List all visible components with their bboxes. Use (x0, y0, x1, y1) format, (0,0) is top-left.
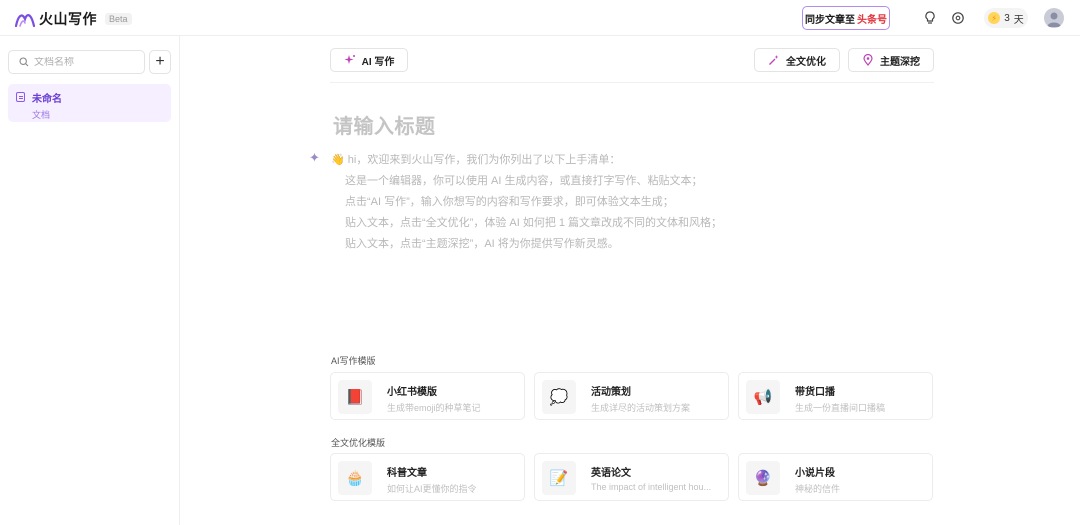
location-pin-icon (863, 54, 873, 66)
card-title: 带货口播 (795, 387, 835, 398)
intro-line: 贴入文本，点击“主题深挖”，AI 将为你提供写作新灵感。 (345, 238, 619, 250)
waving-hand-icon: 👋 (331, 154, 345, 166)
card-desc: 生成一份直播间口播稿 (795, 403, 886, 413)
days-count: 3 (1004, 12, 1010, 24)
doc-search-input[interactable] (34, 56, 134, 68)
megaphone-icon: 📢 (746, 380, 780, 414)
template-card-english-paper[interactable]: 📝 英语论文 The impact of intelligent hou... (534, 453, 729, 501)
user-avatar[interactable] (1044, 8, 1064, 28)
lightbulb-icon[interactable] (922, 10, 938, 26)
magic-wand-icon (769, 55, 779, 65)
volcano-logo-icon (14, 14, 36, 28)
sync-target: 头条号 (857, 14, 887, 26)
search-icon (19, 57, 29, 67)
template-card-livestream[interactable]: 📢 带货口播 生成一份直播间口播稿 (738, 372, 933, 420)
card-desc: The impact of intelligent hou... (591, 482, 712, 492)
help-icon[interactable] (950, 10, 966, 26)
app-name: 火山写作 (39, 11, 97, 27)
sparkle-icon (344, 55, 355, 64)
days-remaining-badge[interactable]: ⚡ 3 天 (984, 8, 1028, 28)
card-desc: 生成带emoji的种草笔记 (387, 403, 481, 413)
science-icon: 🧁 (338, 461, 372, 495)
optimize-template-section-label: 全文优化模版 (331, 438, 386, 448)
card-title: 英语论文 (591, 468, 631, 479)
doc-search-box[interactable] (8, 50, 145, 74)
template-card-event-plan[interactable]: 💭 活动策划 生成详尽的活动策划方案 (534, 372, 729, 420)
intro-line: 👋 hi，欢迎来到火山写作，我们为你列出了以下上手清单： (331, 154, 621, 166)
card-title: 小说片段 (795, 468, 835, 479)
card-desc: 如何让AI更懂你的指令 (387, 484, 477, 494)
title-placeholder[interactable]: 请输入标题 (333, 110, 436, 139)
editor-intro[interactable]: 👋 hi，欢迎来到火山写作，我们为你列出了以下上手清单： 这是一个编辑器，你可以… (331, 150, 722, 255)
card-title: 科普文章 (387, 468, 427, 479)
add-document-button[interactable]: + (149, 50, 171, 74)
intro-line: 点击“AI 写作”，输入你想写的内容和写作要求，即可体验文本生成； (345, 196, 674, 208)
sidebar: + 未命名 文档 (0, 36, 180, 525)
memo-icon: 📝 (542, 461, 576, 495)
card-title: 活动策划 (591, 387, 631, 398)
app-logo[interactable]: 火山写作 Beta (14, 9, 132, 29)
card-desc: 神秘的信件 (795, 484, 841, 494)
optimize-label: 全文优化 (786, 56, 826, 68)
document-icon (16, 92, 25, 102)
ai-write-button[interactable]: AI 写作 (330, 48, 408, 72)
template-card-xiaohongshu[interactable]: 📕 小红书模版 生成带emoji的种草笔记 (330, 372, 525, 420)
top-bar: 火山写作 Beta 同步文章至 头条号 ⚡ 3 天 (0, 0, 1080, 36)
days-unit: 天 (1013, 14, 1024, 26)
crystal-ball-icon: 🔮 (746, 461, 780, 495)
doc-title: 未命名 (32, 94, 62, 105)
card-title: 小红书模版 (387, 387, 437, 398)
card-desc: 生成详尽的活动策划方案 (591, 403, 691, 413)
sync-to-toutiao-button[interactable]: 同步文章至 头条号 (802, 6, 890, 30)
ai-template-section-label: AI写作模版 (331, 356, 376, 366)
red-book-icon: 📕 (338, 380, 372, 414)
toolbar-divider (330, 82, 934, 83)
chat-bubble-icon: 💭 (542, 380, 576, 414)
topic-label: 主题深挖 (880, 56, 920, 68)
intro-line: 贴入文本，点击“全文优化”，体验 AI 如何把 1 篇文章改成不同的文体和风格； (345, 217, 723, 229)
lightning-icon: ⚡ (988, 12, 1001, 24)
beta-badge: Beta (105, 13, 132, 25)
intro-line: 这是一个编辑器，你可以使用 AI 生成内容，或直接打字写作、粘贴文本； (345, 175, 703, 187)
template-card-popular-science[interactable]: 🧁 科普文章 如何让AI更懂你的指令 (330, 453, 525, 501)
template-card-novel-excerpt[interactable]: 🔮 小说片段 神秘的信件 (738, 453, 933, 501)
ai-assist-sparkle-icon[interactable]: ✦ (309, 150, 320, 166)
sidebar-doc-item[interactable]: 未命名 文档 (8, 84, 171, 122)
doc-subtitle: 文档 (32, 110, 51, 120)
full-text-optimize-button[interactable]: 全文优化 (754, 48, 840, 72)
topic-dig-button[interactable]: 主题深挖 (848, 48, 934, 72)
sync-label: 同步文章至 (805, 14, 855, 26)
ai-write-label: AI 写作 (361, 56, 395, 68)
